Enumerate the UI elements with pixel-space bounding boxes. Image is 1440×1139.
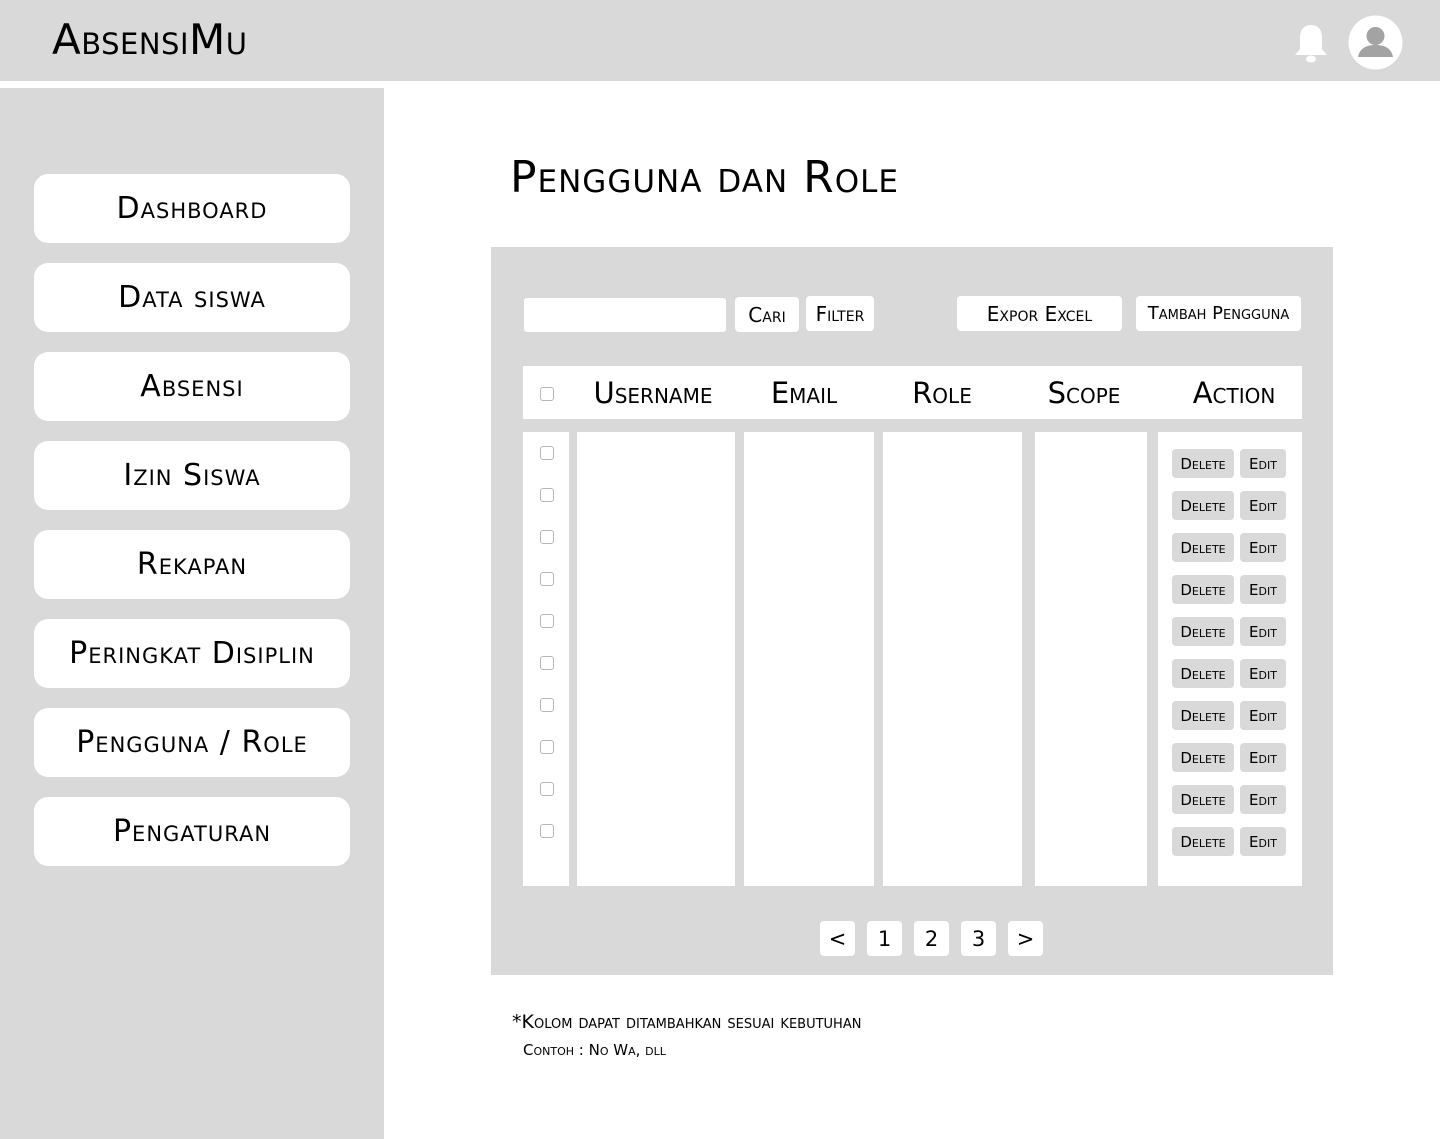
pagination-page-2[interactable]: 2 <box>914 921 949 956</box>
delete-button[interactable]: Delete <box>1172 617 1234 646</box>
sidebar-item-dashboard[interactable]: Dashboard <box>34 174 350 243</box>
pagination-prev-button[interactable]: < <box>820 921 855 956</box>
delete-button[interactable]: Delete <box>1172 659 1234 688</box>
row-checkbox[interactable] <box>540 782 554 796</box>
sidebar-item-absensi[interactable]: Absensi <box>34 352 350 421</box>
row-checkbox[interactable] <box>540 572 554 586</box>
row-checkbox[interactable] <box>540 488 554 502</box>
delete-button[interactable]: Delete <box>1172 701 1234 730</box>
row-checkbox[interactable] <box>540 824 554 838</box>
add-user-button[interactable]: Tambah Pengguna <box>1136 296 1301 331</box>
delete-button[interactable]: Delete <box>1172 743 1234 772</box>
app-title: AbsensiMu <box>52 15 248 64</box>
row-checkbox[interactable] <box>540 740 554 754</box>
edit-button[interactable]: Edit <box>1240 827 1286 856</box>
column-header-email[interactable]: Email <box>744 366 864 419</box>
pagination-page-1[interactable]: 1 <box>867 921 902 956</box>
edit-button[interactable]: Edit <box>1240 491 1286 520</box>
sidebar-item-pengaturan[interactable]: Pengaturan <box>34 797 350 866</box>
user-avatar-icon[interactable] <box>1348 15 1403 70</box>
username-column <box>577 432 735 886</box>
column-header-scope[interactable]: Scope <box>1034 366 1134 419</box>
search-button[interactable]: Cari <box>735 297 799 332</box>
edit-button[interactable]: Edit <box>1240 533 1286 562</box>
footnote-example: Contoh : No Wa, dll <box>523 1041 666 1059</box>
sidebar-item-peringkat-disiplin[interactable]: Peringkat Disiplin <box>34 619 350 688</box>
column-header-username[interactable]: Username <box>578 366 728 419</box>
row-checkbox[interactable] <box>540 614 554 628</box>
edit-button[interactable]: Edit <box>1240 617 1286 646</box>
row-checkbox[interactable] <box>540 530 554 544</box>
page-title: Pengguna dan Role <box>510 152 899 203</box>
column-header-action: Action <box>1192 375 1276 410</box>
sidebar <box>0 88 384 1139</box>
select-all-checkbox[interactable] <box>540 387 554 401</box>
search-input[interactable] <box>524 298 726 332</box>
delete-button[interactable]: Delete <box>1172 785 1234 814</box>
filter-button[interactable]: Filter <box>806 296 874 331</box>
column-header-role[interactable]: Role <box>882 366 1002 419</box>
role-column <box>883 432 1022 886</box>
pagination-page-3[interactable]: 3 <box>961 921 996 956</box>
bell-icon[interactable] <box>1292 22 1330 64</box>
sidebar-item-rekapan[interactable]: Rekapan <box>34 530 350 599</box>
delete-button[interactable]: Delete <box>1172 533 1234 562</box>
edit-button[interactable]: Edit <box>1240 449 1286 478</box>
edit-button[interactable]: Edit <box>1240 785 1286 814</box>
edit-button[interactable]: Edit <box>1240 701 1286 730</box>
row-checkbox[interactable] <box>540 656 554 670</box>
footnote-text: *Kolom dapat ditambahkan sesuai kebutuha… <box>512 1011 862 1033</box>
sidebar-item-data-siswa[interactable]: Data siswa <box>34 263 350 332</box>
edit-button[interactable]: Edit <box>1240 659 1286 688</box>
delete-button[interactable]: Delete <box>1172 575 1234 604</box>
scope-column <box>1035 432 1147 886</box>
edit-button[interactable]: Edit <box>1240 575 1286 604</box>
edit-button[interactable]: Edit <box>1240 743 1286 772</box>
email-column <box>744 432 874 886</box>
row-checkbox[interactable] <box>540 446 554 460</box>
row-checkbox[interactable] <box>540 698 554 712</box>
delete-button[interactable]: Delete <box>1172 491 1234 520</box>
sidebar-item-izin-siswa[interactable]: Izin Siswa <box>34 441 350 510</box>
sidebar-item-pengguna-role[interactable]: Pengguna / Role <box>34 708 350 777</box>
delete-button[interactable]: Delete <box>1172 449 1234 478</box>
delete-button[interactable]: Delete <box>1172 827 1234 856</box>
pagination-next-button[interactable]: > <box>1008 921 1043 956</box>
export-excel-button[interactable]: Expor Excel <box>957 296 1122 331</box>
